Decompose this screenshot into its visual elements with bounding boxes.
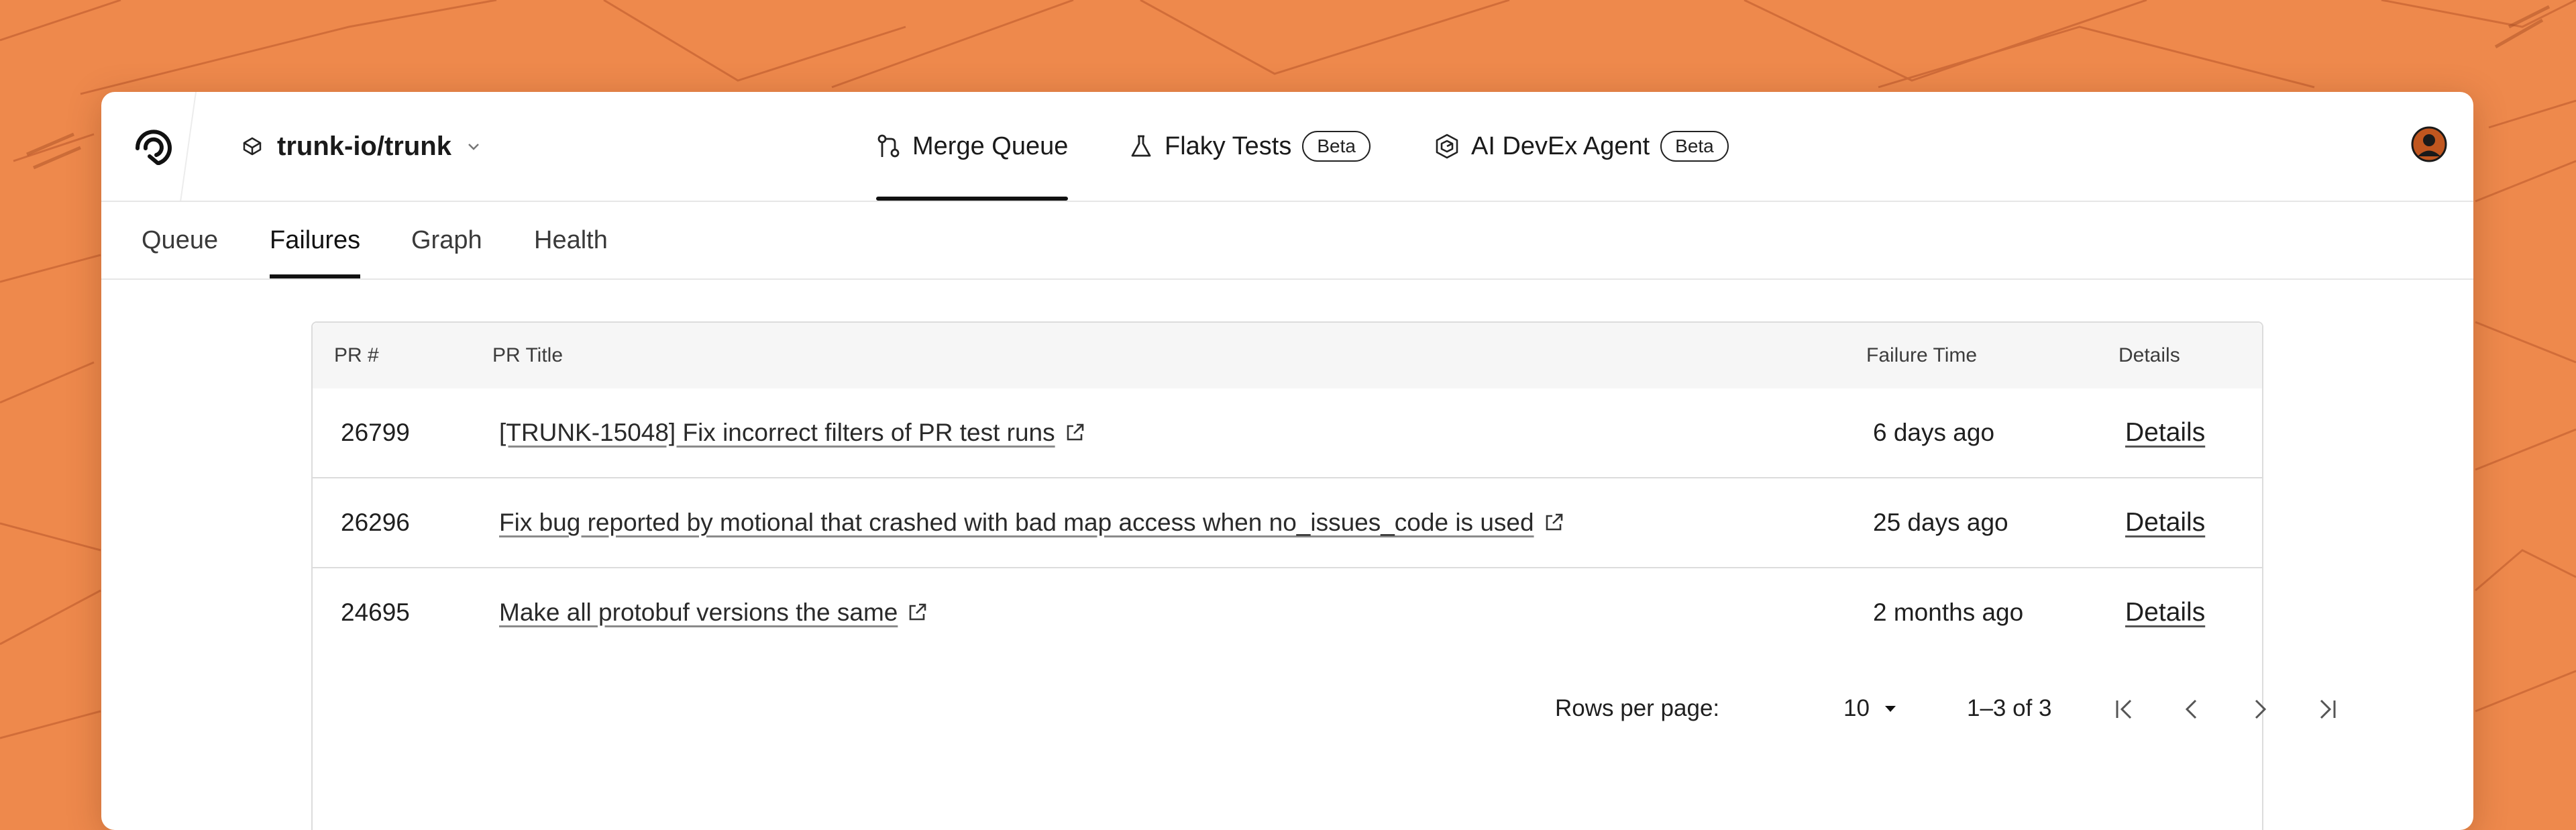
tab-queue[interactable]: Queue — [142, 202, 218, 278]
nav-tab-label: AI DevEx Agent — [1471, 132, 1650, 160]
nav-tab-flaky-tests[interactable]: Flaky Tests Beta — [1128, 92, 1371, 201]
pr-title-link[interactable]: Fix bug reported by motional that crashe… — [499, 509, 1534, 537]
pr-title-cell: Make all protobuf versions the same — [499, 568, 928, 657]
external-link-icon[interactable] — [1542, 511, 1565, 534]
failure-time: 2 months ago — [1873, 599, 2024, 626]
column-header-pr-number: PR # — [334, 344, 379, 366]
repo-name: trunk-io/trunk — [277, 131, 451, 161]
agent-icon — [1436, 134, 1458, 159]
table-row: 26296 Fix bug reported by motional that … — [313, 478, 2262, 568]
external-link-icon[interactable] — [906, 601, 928, 624]
details-link[interactable]: Details — [2125, 418, 2205, 448]
details-cell: Details — [2125, 388, 2205, 477]
first-page-icon[interactable] — [2108, 692, 2143, 727]
details-link[interactable]: Details — [2125, 598, 2205, 627]
flask-icon — [1131, 135, 1151, 157]
column-header-details: Details — [2118, 344, 2180, 366]
pr-number: 26296 — [341, 509, 410, 536]
pr-title-cell: [TRUNK-15048] Fix incorrect filters of P… — [499, 388, 1086, 477]
details-cell: Details — [2125, 478, 2205, 567]
trunk-logo-icon[interactable] — [131, 121, 175, 168]
merge-icon — [877, 134, 900, 158]
chevron-down-icon — [468, 144, 479, 150]
table-row: 26799 [TRUNK-15048] Fix incorrect filter… — [313, 388, 2262, 478]
repo-selector[interactable]: trunk-io/trunk — [241, 125, 482, 167]
user-avatar-icon[interactable] — [2411, 126, 2447, 162]
top-navigation-bar: trunk-io/trunk Merge Queue Flaky Tests B… — [101, 92, 2473, 202]
pr-number: 24695 — [341, 599, 410, 626]
nav-tab-ai-devex-agent[interactable]: AI DevEx Agent Beta — [1434, 92, 1729, 201]
rows-per-page-label: Rows per page: — [1555, 695, 1720, 721]
next-page-icon[interactable] — [2242, 692, 2277, 727]
failures-table: PR # PR Title Failure Time Details 26799… — [311, 321, 2336, 830]
rows-per-page-select[interactable]: 10 — [1843, 665, 1899, 752]
beta-badge: Beta — [1660, 130, 1729, 162]
logo-divider — [180, 92, 197, 201]
pr-title-cell: Fix bug reported by motional that crashe… — [499, 478, 1565, 567]
tab-health[interactable]: Health — [534, 202, 608, 278]
table-row: 24695 Make all protobuf versions the sam… — [313, 568, 2262, 657]
column-header-pr-title: PR Title — [492, 344, 564, 366]
tab-failures[interactable]: Failures — [270, 202, 361, 278]
nav-tab-merge-queue[interactable]: Merge Queue — [876, 92, 1069, 201]
column-header-failure-time: Failure Time — [1866, 344, 1978, 366]
pr-number: 26799 — [341, 419, 410, 446]
repo-icon — [243, 137, 262, 156]
pagination-range: 1–3 of 3 — [1967, 695, 2052, 721]
nav-tab-label: Merge Queue — [912, 132, 1069, 160]
app-window: trunk-io/trunk Merge Queue Flaky Tests B… — [101, 92, 2473, 830]
details-cell: Details — [2125, 568, 2205, 657]
nav-tab-label: Flaky Tests — [1165, 132, 1292, 160]
beta-badge: Beta — [1302, 130, 1371, 162]
external-link-icon[interactable] — [1063, 421, 1086, 444]
merge-queue-subtabs: Queue Failures Graph Health — [101, 202, 2473, 280]
prev-page-icon[interactable] — [2175, 692, 2210, 727]
tab-graph[interactable]: Graph — [411, 202, 482, 278]
caret-down-icon — [1884, 706, 1896, 712]
table-header: PR # PR Title Failure Time Details — [313, 323, 2262, 388]
pr-title-link[interactable]: [TRUNK-15048] Fix incorrect filters of P… — [499, 419, 1055, 447]
pagination: Rows per page: 10 1–3 of 3 — [313, 665, 2336, 752]
details-link[interactable]: Details — [2125, 508, 2205, 537]
pr-title-link[interactable]: Make all protobuf versions the same — [499, 599, 898, 627]
failure-time: 25 days ago — [1873, 509, 2008, 536]
last-page-icon[interactable] — [2309, 692, 2344, 727]
failure-time: 6 days ago — [1873, 419, 1995, 446]
rows-per-page-value: 10 — [1843, 695, 1870, 721]
